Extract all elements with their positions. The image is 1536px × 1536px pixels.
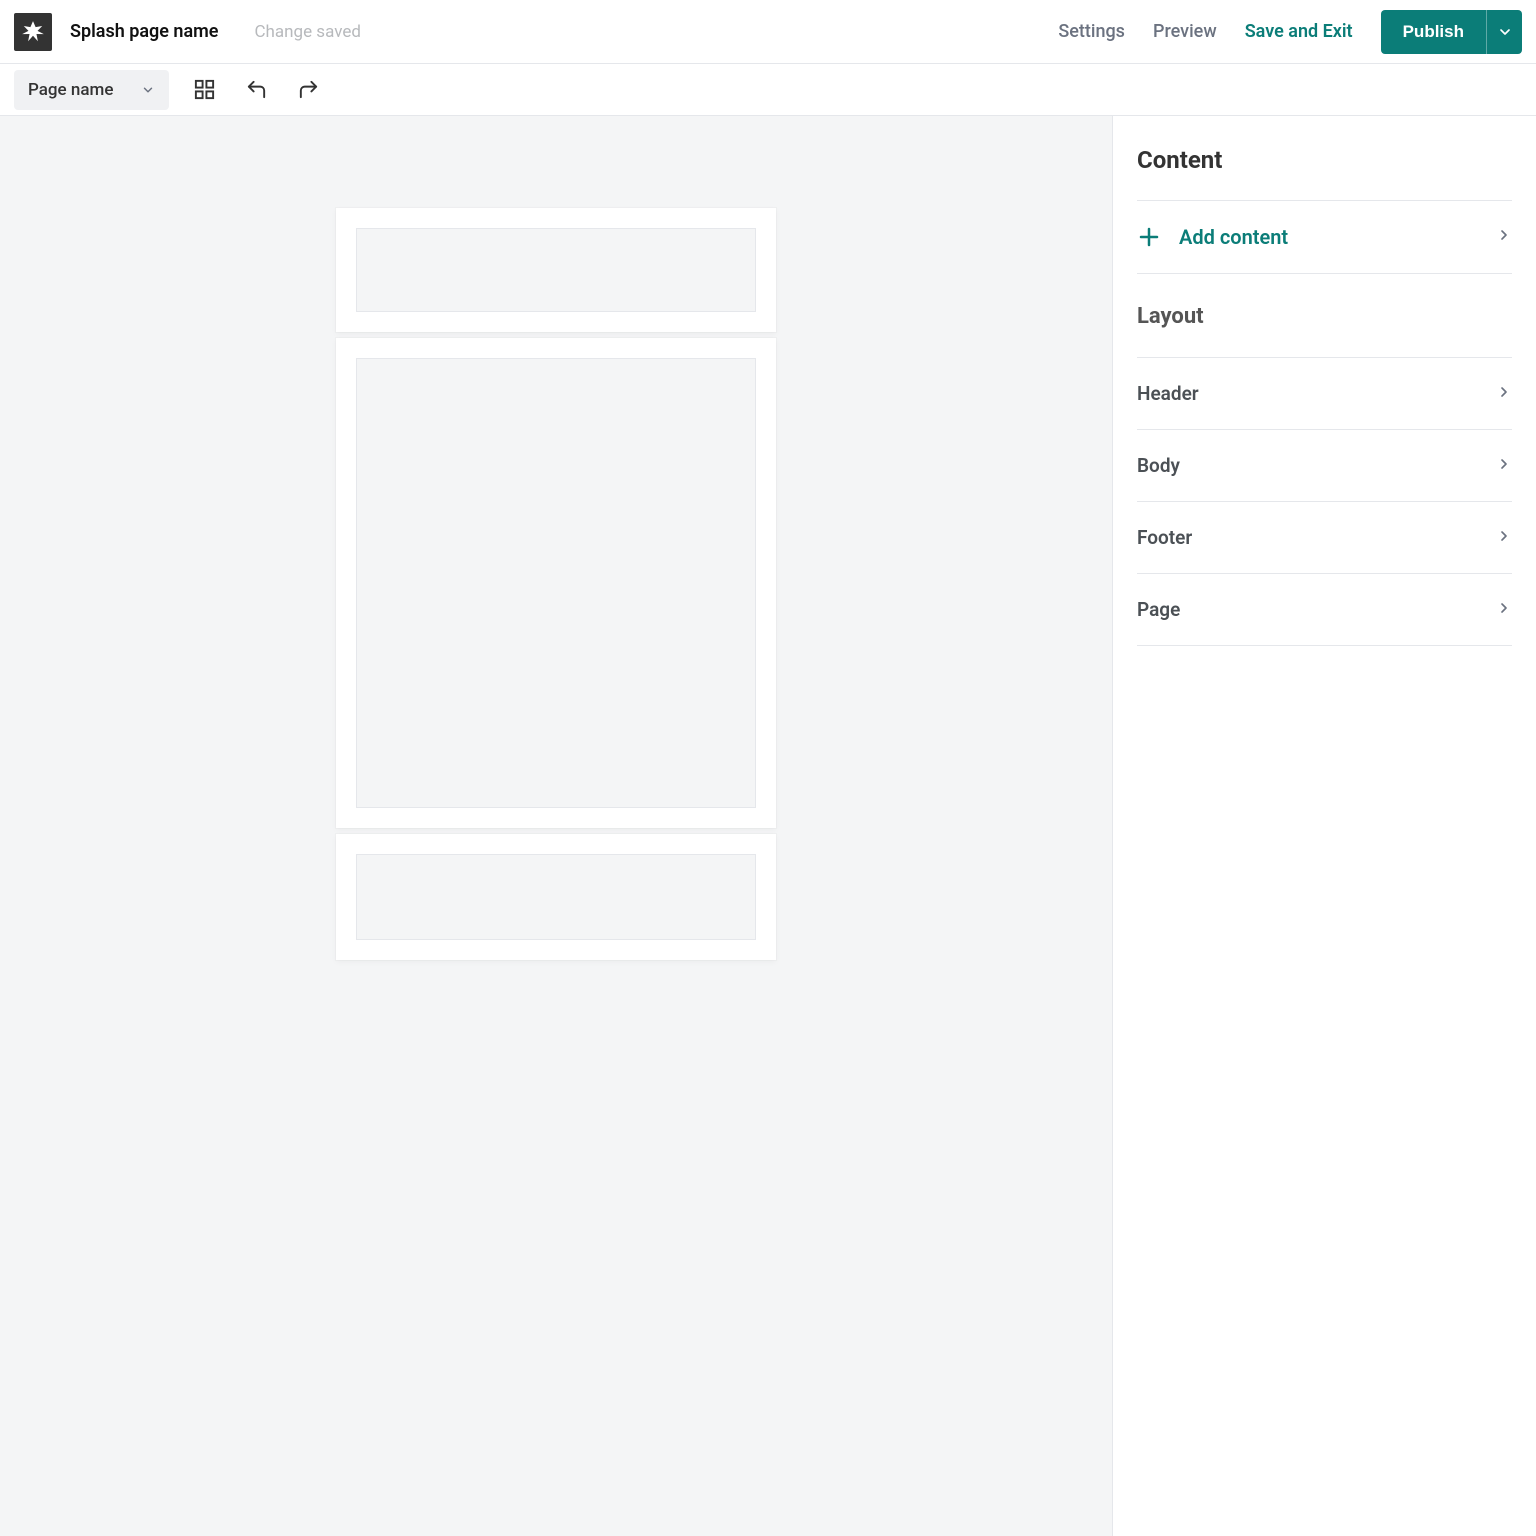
- status-label: Change saved: [254, 22, 360, 42]
- canvas-body-placeholder: [356, 358, 756, 808]
- canvas-body-frame[interactable]: [336, 338, 776, 828]
- publish-button[interactable]: Publish: [1381, 10, 1486, 54]
- topbar-left: Splash page name Change saved: [14, 13, 361, 51]
- page-selector[interactable]: Page name: [14, 70, 169, 110]
- settings-link[interactable]: Settings: [1058, 21, 1125, 42]
- topbar-right: Settings Preview Save and Exit Publish: [1058, 10, 1522, 54]
- canvas-header-placeholder: [356, 228, 756, 312]
- chevron-right-icon: [1496, 598, 1512, 621]
- page-title: Splash page name: [70, 21, 218, 42]
- preview-link[interactable]: Preview: [1153, 21, 1217, 42]
- undo-icon: [245, 78, 268, 101]
- canvas-footer-placeholder: [356, 854, 756, 940]
- chevron-down-icon: [1497, 24, 1513, 40]
- canvas-footer-frame[interactable]: [336, 834, 776, 960]
- content-heading: Content: [1137, 146, 1512, 174]
- chevron-right-icon: [1496, 454, 1512, 477]
- grid-icon: [193, 78, 216, 101]
- undo-button[interactable]: [239, 73, 273, 107]
- redo-button[interactable]: [291, 73, 325, 107]
- canvas-header-frame[interactable]: [336, 208, 776, 332]
- publish-button-group: Publish: [1381, 10, 1522, 54]
- add-content-label: Add content: [1179, 225, 1288, 249]
- topbar: Splash page name Change saved Settings P…: [0, 0, 1536, 64]
- canvas-area[interactable]: [0, 116, 1112, 1536]
- chevron-right-icon: [1496, 382, 1512, 405]
- layout-row-header[interactable]: Header: [1137, 357, 1512, 429]
- splash-logo-icon: [20, 19, 46, 45]
- redo-icon: [297, 78, 320, 101]
- chevron-down-icon: [141, 83, 155, 97]
- chevron-right-icon: [1496, 526, 1512, 549]
- layout-row-label: Header: [1137, 382, 1199, 405]
- toolbar: Page name: [0, 64, 1536, 116]
- layout-row-label: Page: [1137, 598, 1180, 621]
- canvas-stack: [336, 208, 776, 960]
- layout-row-page[interactable]: Page: [1137, 573, 1512, 646]
- grid-view-button[interactable]: [187, 73, 221, 107]
- add-content-button[interactable]: Add content: [1137, 201, 1512, 273]
- layout-row-label: Body: [1137, 454, 1180, 477]
- layout-row-label: Footer: [1137, 526, 1192, 549]
- main: Content Add content Layout Header Body F…: [0, 116, 1536, 1536]
- plus-icon: [1137, 225, 1161, 249]
- layout-heading: Layout: [1137, 304, 1512, 329]
- layout-row-body[interactable]: Body: [1137, 429, 1512, 501]
- divider: [1137, 273, 1512, 274]
- chevron-right-icon: [1496, 227, 1512, 247]
- sidebar: Content Add content Layout Header Body F…: [1112, 116, 1536, 1536]
- app-logo[interactable]: [14, 13, 52, 51]
- layout-row-footer[interactable]: Footer: [1137, 501, 1512, 573]
- publish-dropdown-button[interactable]: [1486, 10, 1522, 54]
- save-exit-link[interactable]: Save and Exit: [1245, 21, 1353, 42]
- page-selector-label: Page name: [28, 80, 113, 100]
